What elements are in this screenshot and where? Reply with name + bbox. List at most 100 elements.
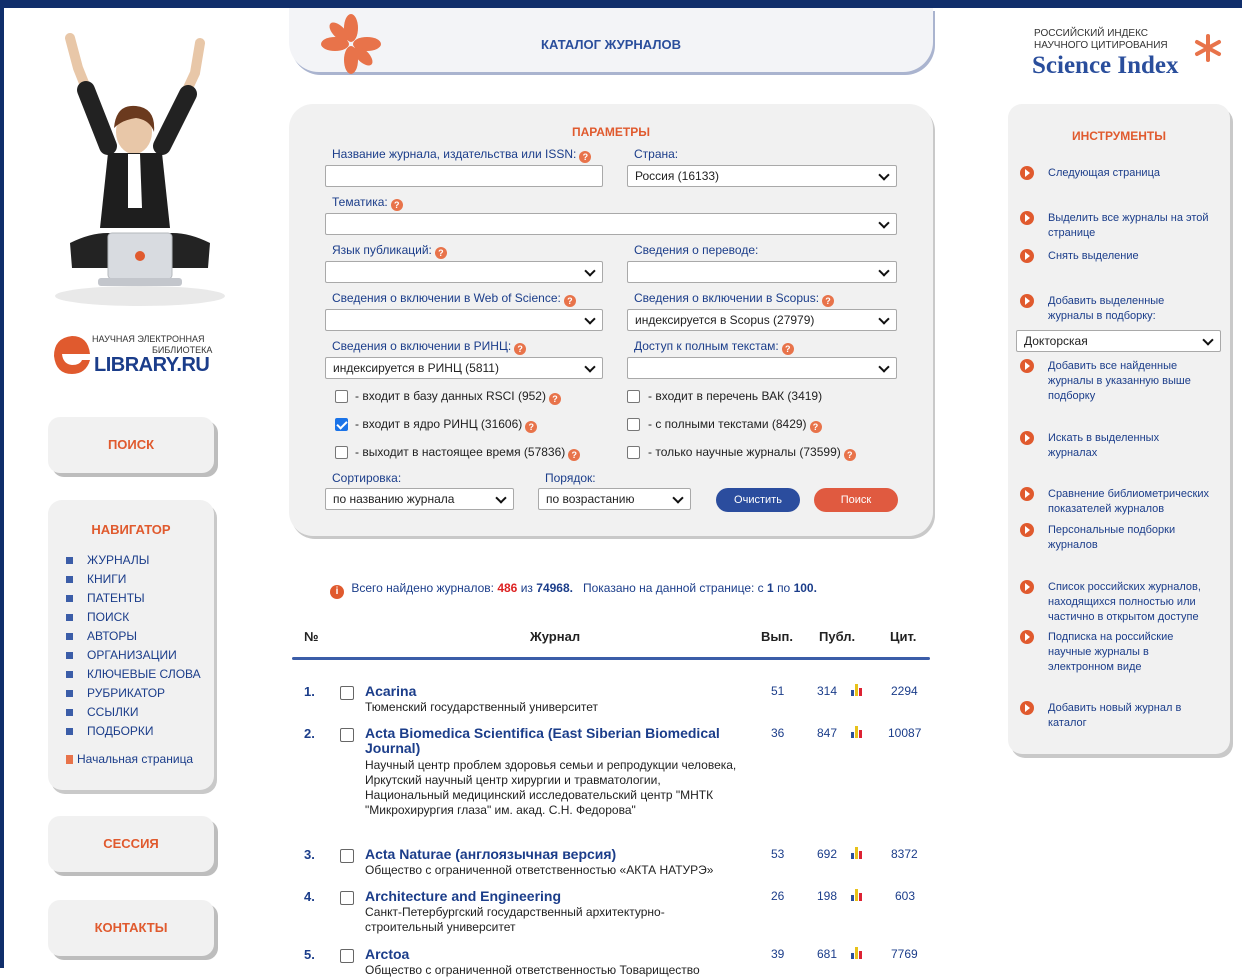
scopus-select-value: индексируется в Scopus (27979): [635, 313, 815, 327]
contacts-button[interactable]: КОНТАКТЫ: [48, 900, 214, 956]
tool-add-new-label: Добавить новый журнал в каталог: [1048, 702, 1182, 729]
translation-select[interactable]: [627, 261, 897, 283]
sort-select[interactable]: по названию журнала: [325, 488, 514, 510]
country-select[interactable]: Россия (16133): [627, 165, 897, 187]
issues-count[interactable]: 39: [771, 947, 784, 961]
cites-count[interactable]: 8372: [891, 847, 918, 861]
pubs-count[interactable]: 692: [817, 847, 837, 861]
issues-count[interactable]: 36: [771, 726, 784, 740]
pubs-count[interactable]: 681: [817, 947, 837, 961]
catalog-header: КАТАЛОГ ЖУРНАЛОВ: [289, 8, 933, 74]
order-select[interactable]: по возрастанию: [538, 488, 691, 510]
core-checkbox[interactable]: [335, 418, 348, 431]
summary-from: 1: [767, 581, 774, 595]
elibrary-logo[interactable]: НАУЧНАЯ ЭЛЕКТРОННАЯ БИБЛИОТЕКА LIBRARY.R…: [50, 330, 220, 380]
cites-count[interactable]: 2294: [891, 684, 918, 698]
help-icon[interactable]: ?: [390, 199, 403, 211]
science-index-logo[interactable]: РОССИЙСКИЙ ИНДЕКС НАУЧНОГО ЦИТИРОВАНИЯ S…: [1032, 28, 1232, 88]
search-nav-button[interactable]: ПОИСК: [48, 417, 214, 473]
nav-item-journals[interactable]: ЖУРНАЛЫ: [66, 551, 201, 570]
contacts-label: КОНТАКТЫ: [94, 920, 168, 935]
help-icon[interactable]: ?: [843, 449, 856, 461]
help-icon[interactable]: ?: [809, 421, 822, 433]
name-label-text: Название журнала, издательства или ISSN:: [332, 147, 577, 161]
pubs-count[interactable]: 314: [817, 684, 837, 698]
tools-title: ИНСТРУМЕНТЫ: [1071, 129, 1167, 143]
stats-bar-icon[interactable]: [851, 889, 863, 901]
summary-to: 100.: [793, 581, 817, 595]
stats-bar-icon[interactable]: [851, 726, 863, 738]
vak-label: - входит в перечень ВАК (3419): [648, 389, 823, 403]
stats-bar-icon[interactable]: [851, 684, 863, 696]
scopus-select[interactable]: индексируется в Scopus (27979): [627, 309, 897, 331]
cites-count[interactable]: 603: [895, 889, 915, 903]
current-checkbox[interactable]: [335, 446, 348, 459]
wos-select[interactable]: [325, 309, 603, 331]
row-checkbox[interactable]: [340, 728, 354, 742]
search-button[interactable]: Поиск: [814, 488, 898, 512]
nav-item-authors[interactable]: АВТОРЫ: [66, 627, 201, 646]
stats-bar-icon[interactable]: [851, 947, 863, 959]
vak-checkbox[interactable]: [627, 390, 640, 403]
asterisk-icon: [1195, 34, 1221, 62]
help-icon[interactable]: ?: [434, 247, 447, 259]
help-icon[interactable]: ?: [781, 343, 794, 355]
help-icon[interactable]: ?: [548, 393, 561, 405]
language-select[interactable]: [325, 261, 603, 283]
nav-item-keywords[interactable]: КЛЮЧЕВЫЕ СЛОВА: [66, 665, 201, 684]
arrow-right-icon: [1020, 359, 1034, 373]
journal-name-input[interactable]: [325, 165, 603, 187]
nav-item-rubricator[interactable]: РУБРИКАТОР: [66, 684, 201, 703]
rsci-label: - входит в базу данных RSCI (952)?: [355, 389, 561, 405]
help-icon[interactable]: ?: [822, 295, 835, 307]
arrow-right-icon: [1020, 211, 1034, 225]
sort-select-value: по названию журнала: [333, 492, 455, 506]
help-icon[interactable]: ?: [514, 343, 527, 355]
cites-count[interactable]: 7769: [891, 947, 918, 961]
stats-bar-icon[interactable]: [851, 847, 863, 859]
session-button[interactable]: СЕССИЯ: [48, 816, 214, 872]
rinc-select[interactable]: индексируется в РИНЦ (5811): [325, 357, 603, 379]
cites-count[interactable]: 10087: [888, 726, 921, 740]
row-checkbox[interactable]: [340, 686, 354, 700]
nav-item-links[interactable]: ССЫЛКИ: [66, 703, 201, 722]
issues-count[interactable]: 26: [771, 889, 784, 903]
journal-title-link[interactable]: Acarina: [365, 684, 745, 699]
topic-select[interactable]: [325, 213, 897, 235]
nav-item-organizations[interactable]: ОРГАНИЗАЦИИ: [66, 646, 201, 665]
help-icon[interactable]: ?: [568, 449, 581, 461]
home-link[interactable]: Начальная страница: [66, 752, 193, 766]
scientific-checkbox[interactable]: [627, 446, 640, 459]
help-icon[interactable]: ?: [579, 151, 592, 163]
journal-publisher: Общество с ограниченной ответственностью…: [365, 963, 700, 977]
access-select[interactable]: [627, 357, 897, 379]
arrow-right-icon: [1020, 630, 1034, 644]
nav-item-search[interactable]: ПОИСК: [66, 608, 201, 627]
clear-button[interactable]: Очистить: [716, 488, 800, 512]
journal-title-link[interactable]: Arctoa: [365, 947, 745, 962]
rsci-checkbox[interactable]: [335, 390, 348, 403]
nav-item-books[interactable]: КНИГИ: [66, 570, 201, 589]
row-checkbox[interactable]: [340, 849, 354, 863]
journal-title-link[interactable]: Acta Biomedica Scientifica (East Siberia…: [365, 726, 735, 756]
row-checkbox[interactable]: [340, 949, 354, 963]
nav-item-collections[interactable]: ПОДБОРКИ: [66, 722, 201, 741]
collection-select[interactable]: Докторская: [1016, 330, 1221, 352]
pubs-count[interactable]: 198: [817, 889, 837, 903]
help-icon[interactable]: ?: [525, 421, 538, 433]
col-num: №: [304, 629, 319, 644]
row-number: 2.: [304, 726, 315, 741]
pubs-count[interactable]: 847: [817, 726, 837, 740]
journal-title-link[interactable]: Architecture and Engineering: [365, 889, 745, 904]
tool-compare-label: Сравнение библиометрических показателей …: [1048, 488, 1209, 515]
issues-count[interactable]: 51: [771, 684, 784, 698]
issues-count[interactable]: 53: [771, 847, 784, 861]
row-checkbox[interactable]: [340, 891, 354, 905]
journal-title-link[interactable]: Acta Naturae (англоязычная версия): [365, 847, 745, 862]
fulltext-checkbox[interactable]: [627, 418, 640, 431]
rinc-select-value: индексируется в РИНЦ (5811): [333, 361, 499, 375]
col-journal: Журнал: [530, 629, 581, 644]
arrow-right-icon: [1020, 294, 1034, 308]
nav-item-patents[interactable]: ПАТЕНТЫ: [66, 589, 201, 608]
help-icon[interactable]: ?: [563, 295, 576, 307]
